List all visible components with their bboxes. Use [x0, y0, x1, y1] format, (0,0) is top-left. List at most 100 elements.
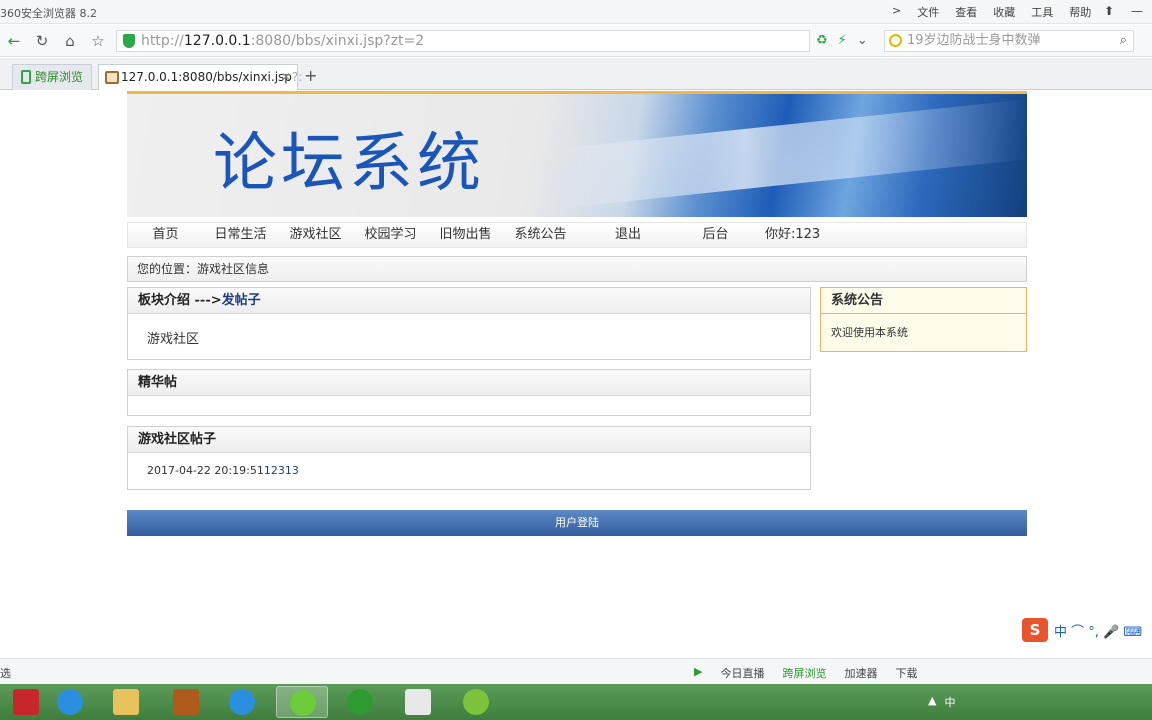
nav-home[interactable]: 首页 [128, 223, 203, 247]
browser-status-bar: 选 ▶ 今日直播 跨屏浏览 加速器 下载 [0, 658, 1152, 684]
post-row[interactable]: 2017-04-22 20:19:5112313 [128, 453, 810, 477]
tray-ime-indicator[interactable]: 中 [944, 694, 955, 710]
menu-tools[interactable]: 工具 [1031, 4, 1053, 20]
status-cross-screen[interactable]: 跨屏浏览 [782, 665, 826, 681]
star-icon[interactable]: ☆ [88, 31, 108, 51]
posts-box: 游戏社区帖子 2017-04-22 20:19:5112313 [127, 426, 811, 490]
ime-status[interactable]: 中 ⌒ °, 🎤 ⌨ [1054, 621, 1142, 640]
banner-light-streak [557, 99, 1027, 209]
menu-view[interactable]: 查看 [955, 4, 977, 20]
refresh-icon[interactable]: ↻ [32, 31, 52, 51]
ie-icon [57, 689, 83, 715]
taskbar-qq[interactable] [334, 686, 386, 718]
sogou-ime-icon[interactable]: S [1022, 618, 1048, 642]
ime-toolbar[interactable]: S 中 ⌒ °, 🎤 ⌨ [1022, 618, 1152, 642]
phone-icon [21, 70, 31, 84]
system-tray: ▲ 中 [928, 694, 955, 710]
page-content: 论坛系统 首页 日常生活 游戏社区 校园学习 旧物出售 系统公告 退出 后台 你… [0, 91, 1152, 658]
nav-admin[interactable]: 后台 [678, 223, 753, 247]
section-intro-box: 板块介绍 --->发帖子 游戏社区 [127, 287, 811, 360]
taskbar-java[interactable] [392, 686, 444, 718]
address-icons: ♻ ⚡ ⌄ [816, 33, 868, 48]
taskbar-ie-2[interactable] [216, 686, 268, 718]
tray-arrow-icon[interactable]: ▲ [928, 694, 936, 710]
new-tab-button[interactable]: + [304, 66, 317, 85]
tab-active[interactable]: 127.0.0.1:8080/bbs/xinxi.jsp?: ✕ [98, 64, 302, 90]
menu-arrow[interactable]: > [892, 4, 901, 20]
notice-header: 系统公告 [821, 288, 1026, 314]
recycle-icon[interactable]: ♻ [816, 33, 828, 48]
chevron-down-icon[interactable]: ⌄ [857, 33, 868, 48]
address-bar: ← ↻ ⌂ ☆ http://127.0.0.1:8080/bbs/xinxi.… [0, 25, 1152, 57]
live-icon: ▶ [694, 665, 703, 678]
app-icon [13, 689, 39, 715]
taskbar-ie[interactable] [44, 686, 96, 718]
tab-label: 跨屏浏览 [35, 70, 84, 84]
nav-secondhand[interactable]: 旧物出售 [428, 223, 503, 247]
back-icon[interactable]: ← [4, 31, 24, 51]
dreamweaver-icon [463, 689, 489, 715]
notice-box: 系统公告 欢迎使用本系统 [820, 287, 1027, 352]
site-logo: 论坛系统 [213, 127, 485, 201]
home-icon[interactable]: ⌂ [60, 31, 80, 51]
section-intro-title: 板块介绍 ---> [138, 293, 222, 308]
tab-bar: 跨屏浏览 127.0.0.1:8080/bbs/xinxi.jsp?: ✕ + [0, 58, 1152, 90]
book-icon [173, 689, 199, 715]
taskbar-dreamweaver[interactable] [450, 686, 502, 718]
status-accelerator[interactable]: 加速器 [844, 665, 877, 681]
close-icon[interactable]: ✕ [281, 65, 291, 89]
featured-header: 精华帖 [128, 370, 810, 396]
tab-label-suffix: ?: [291, 70, 303, 84]
folder-icon [113, 689, 139, 715]
paw-icon [347, 689, 373, 715]
breadcrumb: 您的位置：游戏社区信息 [127, 256, 1027, 282]
search-input[interactable]: 19岁边防战士身中数弹 ⌕ [884, 30, 1134, 52]
status-items: ▶ 今日直播 跨屏浏览 加速器 下载 [694, 665, 917, 681]
taskbar-explorer[interactable] [100, 686, 152, 718]
minimize-button[interactable]: — [1126, 2, 1148, 20]
post-title[interactable]: 12313 [264, 464, 299, 477]
lightning-icon[interactable]: ⚡ [838, 33, 847, 48]
status-left-text: 选 [0, 667, 11, 680]
nav-logout[interactable]: 退出 [578, 223, 678, 247]
posts-header: 游戏社区帖子 [128, 427, 810, 453]
ie-icon [229, 689, 255, 715]
url-input[interactable]: http://127.0.0.1:8080/bbs/xinxi.jsp?zt=2 [116, 30, 810, 52]
search-engine-icon [889, 34, 902, 47]
site-banner: 论坛系统 [127, 91, 1027, 217]
browser-title: 360安全浏览器 8.2 [0, 7, 97, 20]
windows-taskbar: ▲ 中 [0, 684, 1152, 720]
url-host: 127.0.0.1 [183, 33, 251, 49]
browser-menu-bar: > 文件 查看 收藏 工具 帮助 [892, 4, 1091, 20]
tab-cross-screen[interactable]: 跨屏浏览 [12, 64, 92, 90]
status-download[interactable]: 下载 [895, 665, 917, 681]
search-placeholder: 19岁边防战士身中数弹 [907, 33, 1041, 48]
section-intro-header: 板块介绍 --->发帖子 [128, 288, 810, 314]
menu-favorites[interactable]: 收藏 [993, 4, 1015, 20]
greeting: 你好:123 [765, 227, 821, 242]
menu-file[interactable]: 文件 [917, 4, 939, 20]
url-scheme: http:// [141, 33, 184, 49]
shield-icon [123, 34, 135, 48]
url-rest: :8080/bbs/xinxi.jsp?zt=2 [250, 33, 425, 49]
tab-label: 127.0.0.1:8080/bbs/xinxi.jsp [121, 70, 292, 84]
browser-title-bar: 360安全浏览器 8.2 > 文件 查看 收藏 工具 帮助 ⬆ — [0, 0, 1152, 24]
new-post-link[interactable]: 发帖子 [222, 293, 261, 308]
login-footer-bar[interactable]: 用户登陆 [127, 510, 1027, 536]
search-icon[interactable]: ⌕ [1120, 31, 1127, 51]
nav-announcement[interactable]: 系统公告 [503, 223, 578, 247]
nav-daily-life[interactable]: 日常生活 [203, 223, 278, 247]
skin-button[interactable]: ⬆ [1098, 2, 1120, 20]
browser-360-icon [290, 690, 316, 716]
taskbar-360-browser[interactable] [276, 686, 328, 718]
post-date: 2017-04-22 20:19:51 [147, 464, 264, 477]
nav-game-community[interactable]: 游戏社区 [278, 223, 353, 247]
notice-body: 欢迎使用本系统 [831, 326, 908, 339]
page-favicon-icon [105, 71, 119, 84]
taskbar-book[interactable] [160, 686, 212, 718]
site-nav: 首页 日常生活 游戏社区 校园学习 旧物出售 系统公告 退出 后台 你好:123 [127, 222, 1027, 248]
java-icon [405, 689, 431, 715]
nav-campus-study[interactable]: 校园学习 [353, 223, 428, 247]
status-live[interactable]: 今日直播 [720, 665, 764, 681]
menu-help[interactable]: 帮助 [1069, 4, 1091, 20]
